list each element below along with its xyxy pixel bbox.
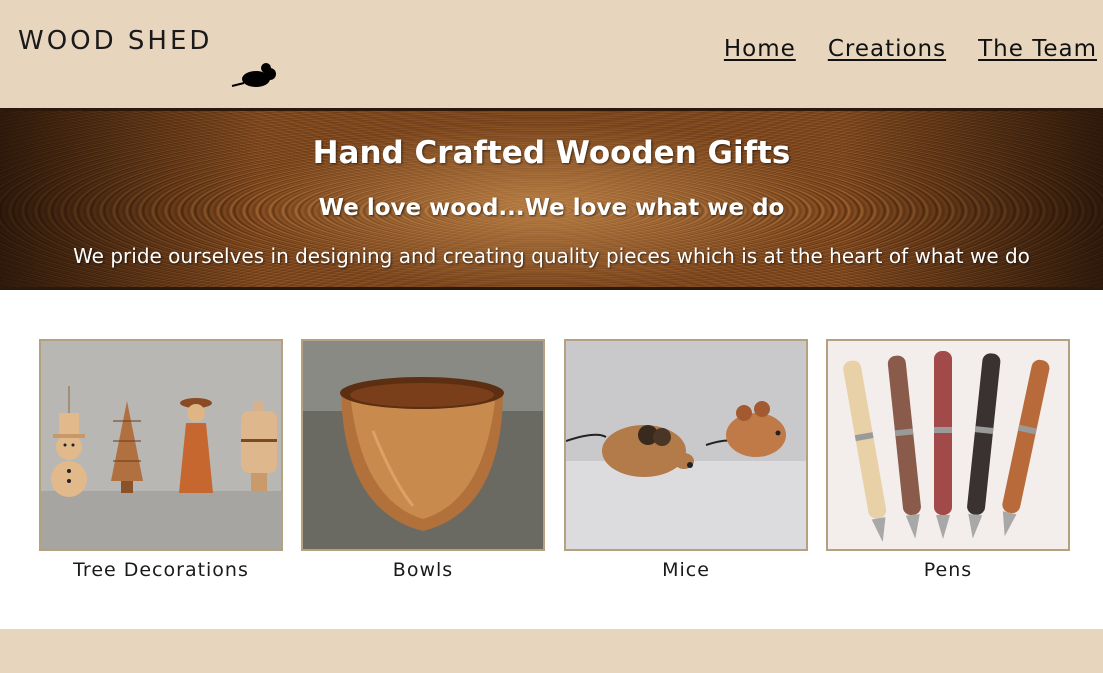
mouse-icon (231, 63, 276, 87)
banner-subtitle: We love wood...We love what we do (318, 195, 785, 221)
bowl-photo[interactable] (301, 339, 545, 551)
pens-photo[interactable] (826, 339, 1070, 551)
product-caption[interactable]: Mice (564, 559, 808, 581)
banner-title: Hand Crafted Wooden Gifts (312, 135, 791, 171)
hero-banner: Hand Crafted Wooden Gifts We love wood..… (0, 108, 1103, 290)
banner-tagline: We pride ourselves in designing and crea… (73, 244, 1030, 268)
product-caption[interactable]: Tree Decorations (39, 559, 283, 581)
nav-creations-link[interactable]: Creations (828, 36, 946, 62)
product-caption[interactable]: Bowls (301, 559, 545, 581)
product-gallery: Tree Decorations Bowls Mice Pens (0, 339, 1103, 589)
main-nav: Home Creations The Team (724, 36, 1097, 62)
nav-team-link[interactable]: The Team (978, 36, 1097, 62)
product-card-pens[interactable]: Pens (826, 339, 1070, 581)
product-card-mice[interactable]: Mice (564, 339, 808, 581)
site-footer (0, 629, 1103, 673)
site-header: WOOD SHED Home Creations The Team (0, 0, 1103, 108)
product-caption[interactable]: Pens (826, 559, 1070, 581)
product-card-bowls[interactable]: Bowls (301, 339, 545, 581)
mice-photo[interactable] (564, 339, 808, 551)
product-card-tree-decorations[interactable]: Tree Decorations (39, 339, 283, 581)
nav-home-link[interactable]: Home (724, 36, 796, 62)
site-logo-text[interactable]: WOOD SHED (18, 26, 212, 56)
tree-decorations-photo[interactable] (39, 339, 283, 551)
